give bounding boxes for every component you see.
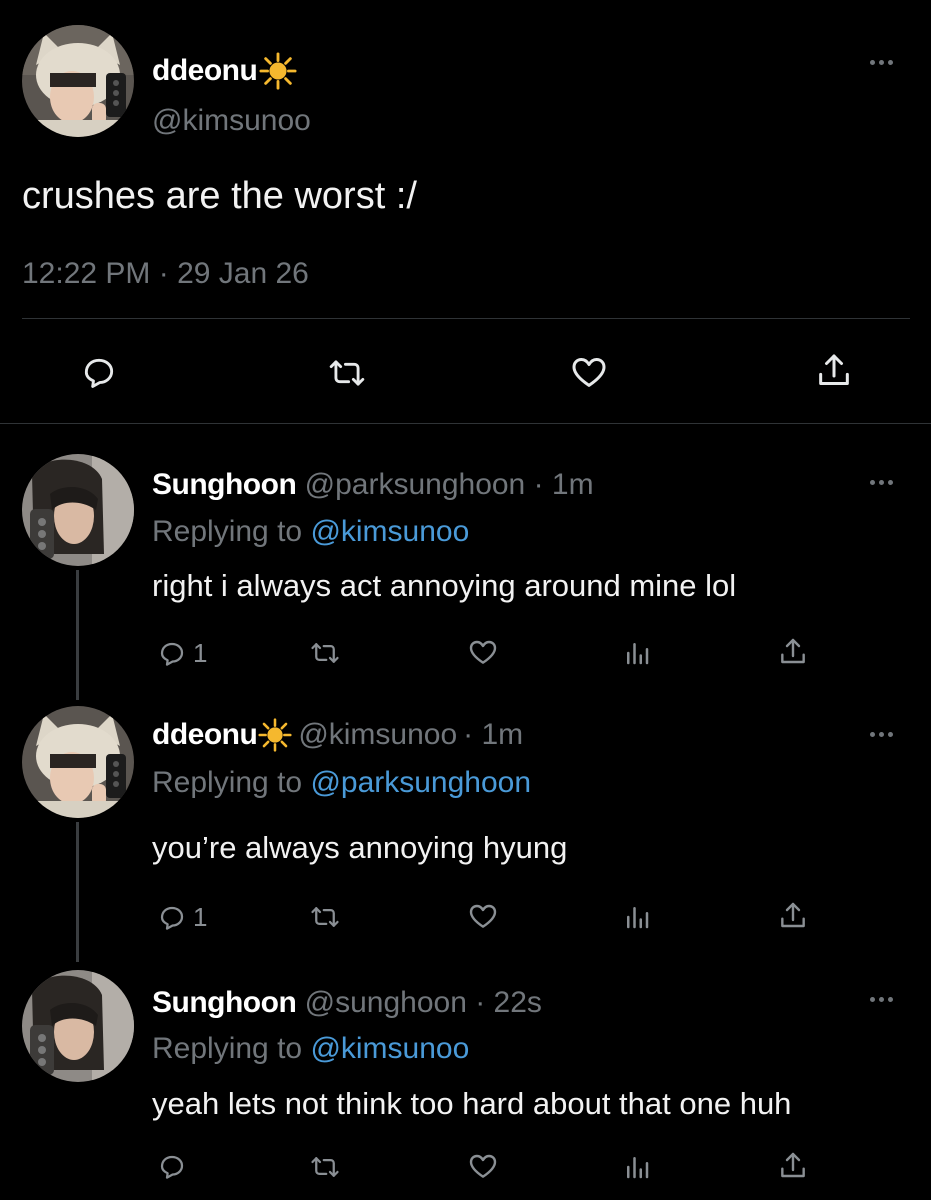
replying-to-label: Replying to: [152, 515, 303, 548]
views-button[interactable]: [622, 638, 652, 668]
author-name[interactable]: Sunghoon: [152, 986, 297, 1019]
avatar[interactable]: [22, 25, 134, 137]
reply-button[interactable]: 1: [155, 902, 207, 933]
reply-icon: [160, 906, 184, 930]
share-icon: [819, 354, 849, 385]
reply-text: you’re always annoying hyung: [152, 830, 568, 865]
share-button[interactable]: [777, 900, 809, 932]
reply-time[interactable]: · 22s: [475, 986, 542, 1019]
sun-emoji: [258, 718, 292, 752]
sun-emoji: [259, 52, 297, 90]
like-button[interactable]: [466, 636, 500, 668]
author-handle[interactable]: @parksunghoon: [305, 468, 526, 501]
more-icon[interactable]: [866, 476, 896, 488]
more-icon[interactable]: [866, 728, 896, 740]
views-button[interactable]: [622, 1152, 652, 1182]
reply-icon: [160, 1155, 184, 1179]
more-icon[interactable]: [866, 993, 896, 1005]
views-button[interactable]: [622, 902, 652, 932]
like-icon: [572, 358, 606, 387]
author-name[interactable]: ddeonu: [152, 54, 258, 88]
avatar[interactable]: [22, 706, 134, 818]
like-icon: [469, 640, 497, 664]
share-button[interactable]: [777, 636, 809, 668]
author-name[interactable]: ddeonu: [152, 718, 258, 752]
thread-line: [76, 570, 79, 700]
like-button[interactable]: [466, 1150, 500, 1182]
reply-button[interactable]: 1: [155, 638, 207, 669]
more-icon[interactable]: [866, 56, 896, 68]
avatar[interactable]: [22, 970, 134, 1082]
author-handle[interactable]: @kimsunoo: [298, 718, 457, 752]
reply-count: 1: [193, 902, 208, 932]
reply-time[interactable]: · 1m: [463, 718, 523, 752]
reply-count: 1: [193, 638, 208, 668]
views-icon: [627, 907, 649, 929]
share-icon: [781, 902, 805, 928]
share-icon: [781, 1152, 805, 1178]
retweet-button[interactable]: [306, 638, 344, 668]
retweet-icon: [311, 643, 339, 663]
like-icon: [469, 1154, 497, 1178]
divider: [22, 318, 910, 319]
avatar-image: [22, 25, 134, 137]
retweet-button[interactable]: [325, 354, 369, 392]
retweet-button[interactable]: [306, 1152, 344, 1182]
like-icon: [469, 904, 497, 928]
tweet-timestamp[interactable]: 12:22 PM · 29 Jan 26: [22, 257, 309, 291]
avatar-image: [22, 706, 134, 818]
author-handle[interactable]: @sunghoon: [305, 986, 467, 1019]
retweet-button[interactable]: [306, 902, 344, 932]
views-icon: [627, 643, 649, 665]
replying-to-link[interactable]: @kimsunoo: [310, 1032, 469, 1065]
reply-button[interactable]: [78, 354, 120, 392]
share-button[interactable]: [814, 350, 854, 392]
author-handle[interactable]: @kimsunoo: [152, 104, 311, 138]
replying-to-label: Replying to: [152, 766, 303, 799]
replying-to-label: Replying to: [152, 1032, 303, 1065]
like-button[interactable]: [466, 900, 500, 932]
share-icon: [781, 638, 805, 664]
reply-text: yeah lets not think too hard about that …: [152, 1086, 792, 1121]
divider: [0, 423, 931, 424]
avatar-image: [22, 454, 134, 566]
author-name[interactable]: Sunghoon: [152, 468, 297, 501]
reply-text: right i always act annoying around mine …: [152, 568, 737, 603]
retweet-icon: [329, 360, 365, 386]
views-icon: [627, 1157, 649, 1179]
like-button[interactable]: [568, 352, 610, 392]
thread-line: [76, 822, 79, 962]
avatar[interactable]: [22, 454, 134, 566]
replying-to-link[interactable]: @parksunghoon: [310, 766, 531, 799]
tweet-text: crushes are the worst :/: [22, 175, 417, 217]
reply-time[interactable]: · 1m: [534, 468, 594, 501]
reply-button[interactable]: [155, 1152, 189, 1182]
reply-icon: [84, 358, 114, 388]
avatar-image: [22, 970, 134, 1082]
retweet-icon: [311, 907, 339, 927]
replying-to-link[interactable]: @kimsunoo: [310, 515, 469, 548]
reply-icon: [160, 642, 184, 666]
retweet-icon: [311, 1157, 339, 1177]
share-button[interactable]: [777, 1150, 809, 1182]
